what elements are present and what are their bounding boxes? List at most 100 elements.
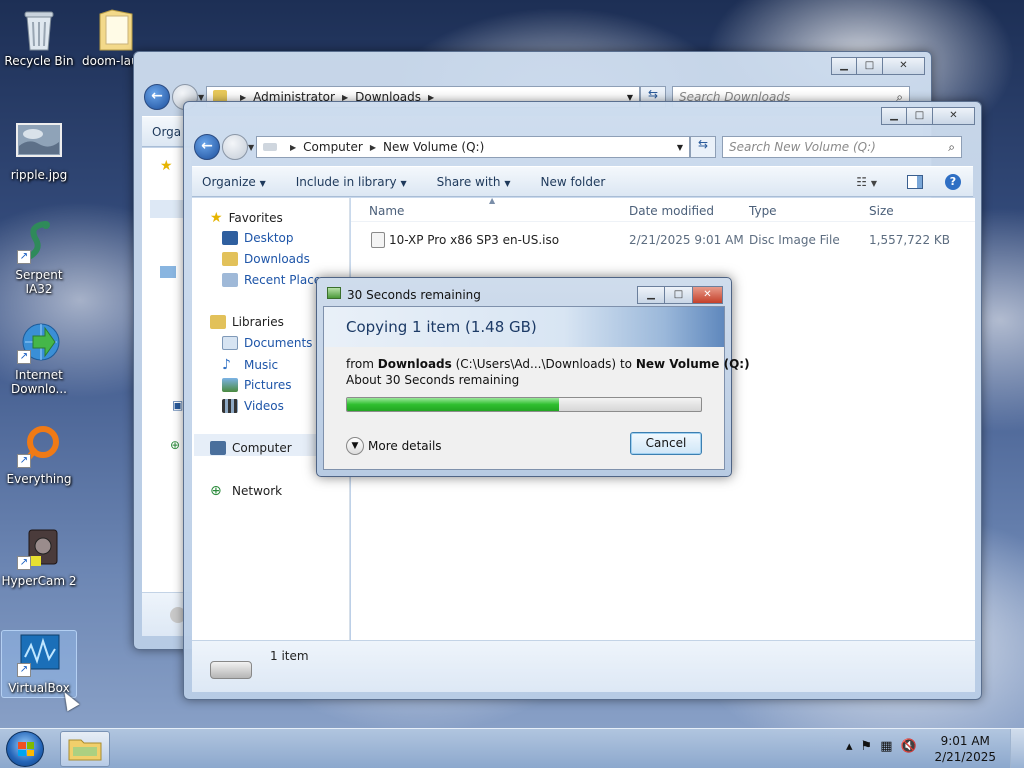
maximize-button[interactable]: □ xyxy=(857,57,883,75)
copy-progress-dialog[interactable]: 30 Seconds remaining ▁ □ ✕ Copying 1 ite… xyxy=(316,277,750,477)
address-bar[interactable]: ▶ Computer ▶ New Volume (Q:) ▼ xyxy=(256,136,690,158)
view-options-icon[interactable]: ☷ ▼ xyxy=(856,175,877,189)
clock[interactable]: 9:01 AM 2/21/2025 xyxy=(934,733,996,765)
file-date: 2/21/2025 9:01 AM xyxy=(629,233,744,247)
share-with-button[interactable]: Share with ▼ xyxy=(437,175,511,189)
nav-desktop[interactable]: Desktop xyxy=(222,231,294,245)
nav-favorites[interactable]: ★ Favorites xyxy=(210,210,283,226)
downloads-folder-icon xyxy=(222,252,238,266)
nav-videos[interactable]: Videos xyxy=(222,399,284,413)
toolbar: Organize ▼ Include in library ▼ Share wi… xyxy=(192,166,973,197)
search-icon[interactable]: ⌕ xyxy=(948,140,955,155)
camera-icon: ↗ xyxy=(15,526,63,570)
desktop-icon-recycle-bin[interactable]: Recycle Bin xyxy=(1,6,77,68)
column-size[interactable]: Size xyxy=(869,204,894,218)
desktop-icon-internet-download-manager[interactable]: ↗ Internet Downlo... xyxy=(1,320,77,396)
music-icon: ♪ xyxy=(222,357,231,373)
forward-arrow-icon[interactable] xyxy=(222,134,248,160)
cancel-button[interactable]: Cancel xyxy=(630,432,702,455)
volume-muted-icon[interactable]: 🔇 xyxy=(900,739,916,754)
windows-logo-icon xyxy=(18,742,34,756)
close-button[interactable]: ✕ xyxy=(883,57,925,75)
close-button[interactable]: ✕ xyxy=(933,107,975,125)
destination-name[interactable]: New Volume (Q:) xyxy=(636,357,750,371)
address-dropdown-icon[interactable]: ▼ xyxy=(677,143,683,152)
item-count: 1 item xyxy=(270,649,309,663)
column-type[interactable]: Type xyxy=(749,204,777,218)
toolbar-organize-partial[interactable]: Orga xyxy=(152,125,181,139)
file-row[interactable]: 10-XP Pro x86 SP3 en-US.iso 2/21/2025 9:… xyxy=(369,230,965,250)
recent-pages-chevron-icon[interactable]: ▼ xyxy=(248,143,256,152)
shortcut-arrow-icon: ↗ xyxy=(17,350,31,364)
show-desktop-button[interactable] xyxy=(1010,729,1024,768)
desktop-icon-serpent[interactable]: ↗ Serpent IA32 xyxy=(1,220,77,296)
magnifier-icon: ↗ xyxy=(15,424,63,468)
maximize-button[interactable]: □ xyxy=(907,107,933,125)
refresh-icon[interactable]: ⇆ xyxy=(690,136,716,158)
nav-network[interactable]: ⊕ Network xyxy=(210,483,282,499)
nav-recent-places[interactable]: Recent Places xyxy=(222,273,327,287)
star-icon: ★ xyxy=(160,158,173,174)
nav-downloads-label: Downloads xyxy=(244,252,310,266)
chevron-down-icon: ▼ xyxy=(400,178,407,188)
taskbar: ▴ ⚑ ▦ 🔇 9:01 AM 2/21/2025 xyxy=(0,728,1024,768)
minimize-button[interactable]: ▁ xyxy=(637,286,665,304)
to-label: to xyxy=(619,357,632,371)
breadcrumb-separator-icon: ▶ xyxy=(369,142,376,152)
chevron-down-icon: ▼ xyxy=(504,178,511,188)
new-folder-button[interactable]: New folder xyxy=(540,175,605,189)
nav-libraries[interactable]: Libraries xyxy=(210,315,284,329)
source-name[interactable]: Downloads xyxy=(378,357,452,371)
recycle-bin-icon xyxy=(15,6,63,51)
taskbar-explorer-button[interactable] xyxy=(60,731,110,767)
desktop-icon-label: Recycle Bin xyxy=(4,54,74,68)
action-center-flag-icon[interactable]: ⚑ xyxy=(861,739,873,754)
documents-icon xyxy=(222,336,238,350)
desktop-icon-label: HyperCam 2 xyxy=(1,574,77,588)
breadcrumb-computer[interactable]: Computer xyxy=(303,140,363,154)
nav-downloads[interactable]: Downloads xyxy=(222,252,310,266)
clock-date: 2/21/2025 xyxy=(934,750,996,764)
preview-pane-icon[interactable] xyxy=(907,174,923,189)
column-header-row: Name ▲ Date modified Type Size xyxy=(351,196,975,222)
clock-time: 9:01 AM xyxy=(940,734,990,748)
nav-network-label: Network xyxy=(232,484,283,498)
pictures-icon xyxy=(222,378,238,392)
desktop-icon-virtualbox[interactable]: ↗ VirtualBox xyxy=(1,630,77,698)
minimize-button[interactable]: ▁ xyxy=(881,107,907,125)
column-date-modified[interactable]: Date modified xyxy=(629,204,714,218)
breadcrumb-new-volume[interactable]: New Volume (Q:) xyxy=(383,140,484,154)
help-icon[interactable]: ? xyxy=(945,173,961,190)
start-button[interactable] xyxy=(6,731,44,767)
more-details-label: More details xyxy=(368,439,442,453)
desktop-icon-hypercam[interactable]: ↗ HyperCam 2 xyxy=(1,526,77,588)
nav-documents[interactable]: Documents xyxy=(222,336,312,350)
organize-button[interactable]: Organize ▼ xyxy=(202,175,266,189)
dialog-caption-buttons: ▁ □ ✕ xyxy=(637,286,723,304)
include-in-library-button[interactable]: Include in library ▼ xyxy=(296,175,407,189)
back-arrow-icon[interactable]: ← xyxy=(144,84,170,110)
desktop-icon-doom-launcher[interactable]: doom-lau xyxy=(72,6,134,68)
network-status-icon[interactable]: ▦ xyxy=(880,739,892,754)
disc-image-file-icon xyxy=(371,232,385,248)
folder-icon xyxy=(96,6,134,51)
navigation-bar: ← ▼ ▶ Computer ▶ New Volume (Q:) ▼ ⇆ Sea… xyxy=(194,134,962,160)
back-arrow-icon[interactable]: ← xyxy=(194,134,220,160)
time-remaining: About 30 Seconds remaining xyxy=(346,373,520,387)
more-details-toggle[interactable]: ▼ More details xyxy=(346,437,442,455)
search-box[interactable]: Search New Volume (Q:) ⌕ xyxy=(722,136,962,158)
nav-music[interactable]: ♪ Music xyxy=(222,357,278,373)
close-button[interactable]: ✕ xyxy=(693,286,723,304)
nav-computer[interactable]: Computer xyxy=(210,441,292,455)
nav-recent-places-label: Recent Places xyxy=(244,273,328,287)
desktop-icon-label: doom-lau xyxy=(82,54,134,68)
column-name[interactable]: Name xyxy=(369,204,404,218)
show-hidden-icons-icon[interactable]: ▴ xyxy=(846,739,853,754)
desktop-icon-ripple[interactable]: ripple.jpg xyxy=(1,120,77,182)
copy-heading: Copying 1 item (1.48 GB) xyxy=(346,318,537,336)
minimize-button[interactable]: ▁ xyxy=(831,57,857,75)
maximize-button[interactable]: □ xyxy=(665,286,693,304)
nav-computer-label: Computer xyxy=(232,441,292,455)
nav-pictures[interactable]: Pictures xyxy=(222,378,292,392)
desktop-icon-everything[interactable]: ↗ Everything xyxy=(1,424,77,486)
